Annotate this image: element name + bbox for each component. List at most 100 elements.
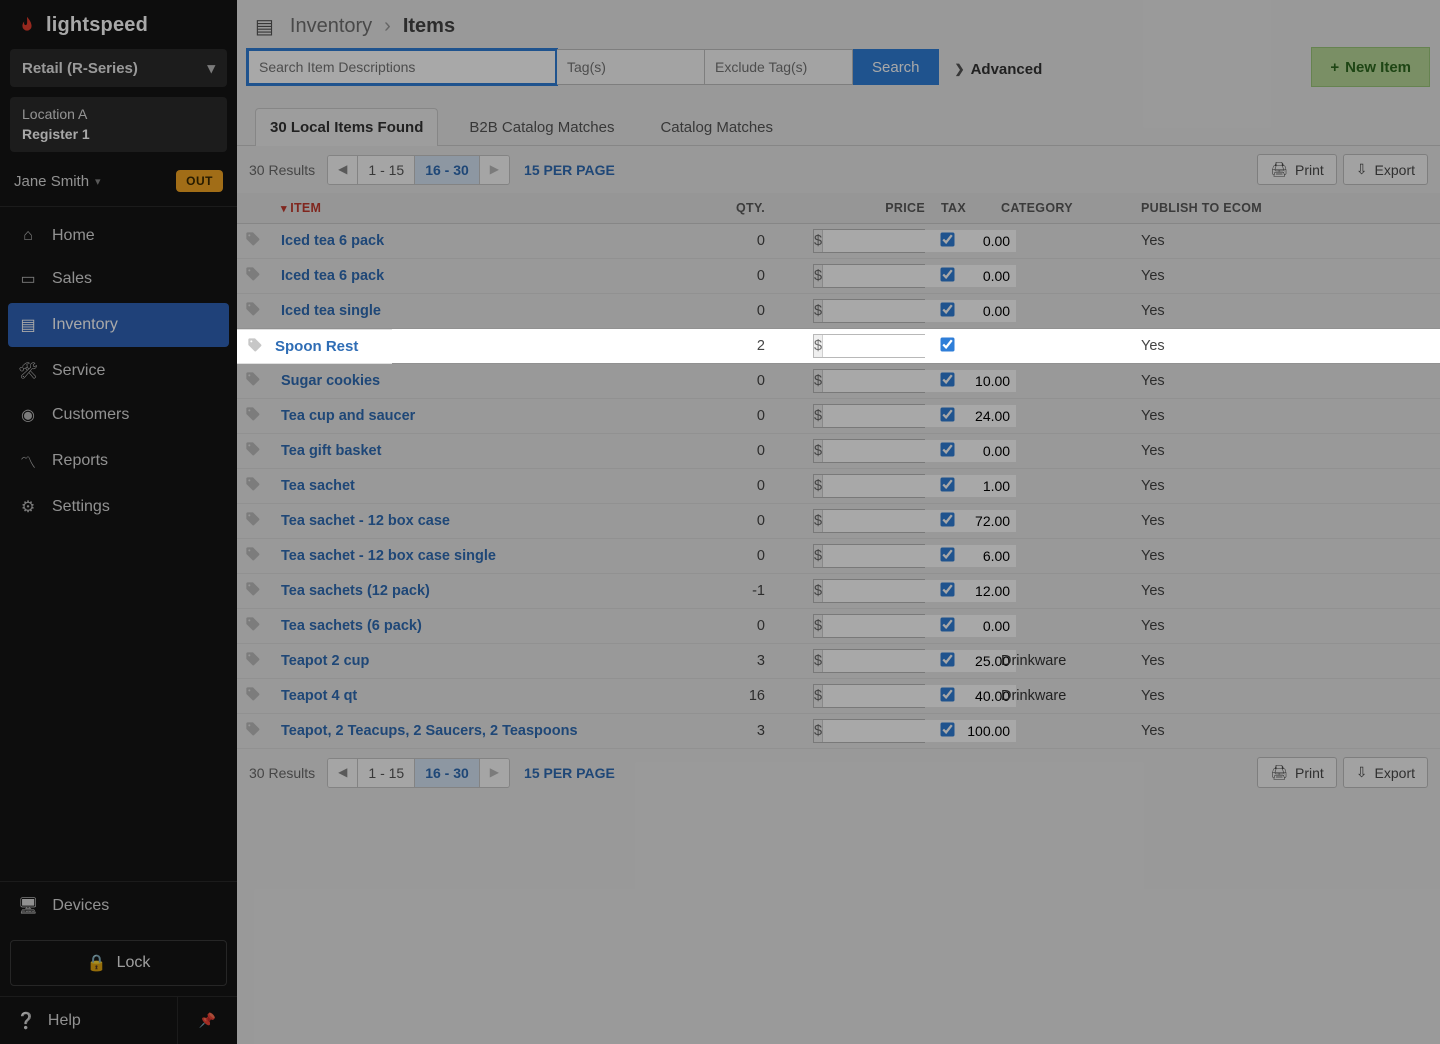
print-button[interactable]: 🖨Print (1257, 757, 1337, 788)
nav-inventory[interactable]: ▤Inventory (8, 303, 229, 347)
breadcrumb-section[interactable]: Inventory (290, 15, 372, 38)
item-publish: Yes (1133, 644, 1440, 679)
advanced-link[interactable]: ❯ Advanced (939, 49, 1059, 89)
price-input[interactable]: $ (813, 474, 925, 498)
tax-checkbox[interactable] (940, 652, 954, 666)
table-row: Tea sachet - 12 box case 0 $ Yes (237, 504, 1440, 539)
per-page-selector[interactable]: 15 PER PAGE (524, 765, 615, 781)
per-page-selector[interactable]: 15 PER PAGE (524, 162, 615, 178)
col-qty[interactable]: QTY. (693, 193, 793, 224)
col-category[interactable]: CATEGORY (993, 193, 1133, 224)
item-link[interactable]: Spoon Rest (275, 338, 358, 355)
nav-reports[interactable]: 〽Reports (0, 437, 237, 485)
item-link[interactable]: Tea cup and saucer (281, 408, 415, 424)
price-input[interactable]: $ (813, 404, 925, 428)
price-input[interactable]: $ (813, 334, 925, 358)
nav-sales[interactable]: ▭Sales (0, 257, 237, 301)
col-item[interactable]: ITEM (273, 193, 693, 224)
price-input[interactable]: $ (813, 369, 925, 393)
price-input[interactable]: $ (813, 579, 925, 603)
tax-checkbox[interactable] (940, 477, 954, 491)
tax-checkbox[interactable] (940, 372, 954, 386)
tax-checkbox[interactable] (940, 267, 954, 281)
pager-next[interactable]: ▶ (480, 759, 509, 787)
tax-checkbox[interactable] (940, 337, 954, 351)
item-link[interactable]: Teapot, 2 Teacups, 2 Saucers, 2 Teaspoon… (281, 723, 578, 739)
nav-settings[interactable]: ⚙Settings (0, 485, 237, 529)
item-link[interactable]: Iced tea 6 pack (281, 233, 384, 249)
item-link[interactable]: Tea sachet (281, 478, 355, 494)
status-badge-out[interactable]: OUT (176, 170, 223, 192)
results-count: 30 Results (249, 765, 315, 781)
pager-prev[interactable]: ◀ (328, 759, 358, 787)
item-link[interactable]: Teapot 2 cup (281, 653, 369, 669)
nav-home[interactable]: ⌂Home (0, 215, 237, 257)
price-input[interactable]: $ (813, 544, 925, 568)
price-input[interactable]: $ (813, 299, 925, 323)
print-button[interactable]: 🖨Print (1257, 154, 1337, 185)
item-qty: 0 (693, 434, 793, 469)
col-publish[interactable]: PUBLISH TO ECOM (1133, 193, 1440, 224)
pager-range-2[interactable]: 16 - 30 (415, 759, 480, 787)
item-link[interactable]: Tea gift basket (281, 443, 381, 459)
item-link[interactable]: Iced tea single (281, 303, 381, 319)
tax-checkbox[interactable] (940, 582, 954, 596)
pager-prev[interactable]: ◀ (328, 156, 358, 184)
item-publish: Yes (1133, 504, 1440, 539)
tax-checkbox[interactable] (940, 232, 954, 246)
export-button[interactable]: ⇩Export (1343, 757, 1428, 788)
search-button[interactable]: Search (853, 49, 939, 85)
price-input[interactable]: $ (813, 264, 925, 288)
item-qty: 0 (693, 609, 793, 644)
price-input[interactable]: $ (813, 719, 925, 743)
search-input-exclude-tags[interactable] (705, 49, 853, 85)
nav-devices[interactable]: 🖥 Devices (0, 881, 237, 930)
tab-b2b-catalog[interactable]: B2B Catalog Matches (454, 108, 629, 146)
tag-icon (245, 445, 261, 461)
tax-checkbox[interactable] (940, 407, 954, 421)
tag-icon (245, 550, 261, 566)
item-link[interactable]: Tea sachet - 12 box case single (281, 548, 496, 564)
col-tax[interactable]: TAX (933, 193, 993, 224)
tax-checkbox[interactable] (940, 512, 954, 526)
pager-next[interactable]: ▶ (480, 156, 509, 184)
item-link[interactable]: Tea sachets (6 pack) (281, 618, 422, 634)
help-button[interactable]: ❔ Help (0, 997, 177, 1044)
pager-range-1[interactable]: 1 - 15 (358, 759, 415, 787)
export-button[interactable]: ⇩Export (1343, 154, 1428, 185)
tax-checkbox[interactable] (940, 302, 954, 316)
tax-checkbox[interactable] (940, 617, 954, 631)
item-link[interactable]: Teapot 4 qt (281, 688, 357, 704)
col-price[interactable]: PRICE (793, 193, 933, 224)
highlighted-row[interactable]: Spoon Rest (237, 329, 392, 364)
tax-checkbox[interactable] (940, 547, 954, 561)
search-input-tags[interactable] (557, 49, 705, 85)
item-link[interactable]: Iced tea 6 pack (281, 268, 384, 284)
nav-service[interactable]: 🛠Service (0, 349, 237, 393)
tab-catalog[interactable]: Catalog Matches (645, 108, 788, 146)
price-input[interactable]: $ (813, 684, 925, 708)
pager-range-2[interactable]: 16 - 30 (415, 156, 480, 184)
item-link[interactable]: Tea sachet - 12 box case (281, 513, 450, 529)
item-link[interactable]: Tea sachets (12 pack) (281, 583, 430, 599)
nav-customers[interactable]: ◉Customers (0, 393, 237, 437)
price-input[interactable]: $ (813, 439, 925, 463)
tax-checkbox[interactable] (940, 722, 954, 736)
item-qty: 2 (693, 329, 793, 364)
retail-selector[interactable]: Retail (R-Series) ▾ (10, 49, 227, 87)
lock-button[interactable]: 🔒 Lock (10, 940, 227, 986)
pager-range-1[interactable]: 1 - 15 (358, 156, 415, 184)
price-input[interactable]: $ (813, 509, 925, 533)
tax-checkbox[interactable] (940, 687, 954, 701)
user-menu[interactable]: Jane Smith ▾ (14, 173, 101, 190)
tab-local-items[interactable]: 30 Local Items Found (255, 108, 438, 146)
pin-button[interactable]: 📌 (177, 997, 237, 1044)
price-input[interactable]: $ (813, 614, 925, 638)
new-item-button[interactable]: + New Item (1311, 47, 1430, 87)
price-input[interactable]: $ (813, 229, 925, 253)
price-input[interactable]: $ (813, 649, 925, 673)
item-link[interactable]: Sugar cookies (281, 373, 380, 389)
search-input-description[interactable] (247, 49, 557, 85)
tax-checkbox[interactable] (940, 442, 954, 456)
location-block[interactable]: Location A Register 1 (10, 97, 227, 152)
